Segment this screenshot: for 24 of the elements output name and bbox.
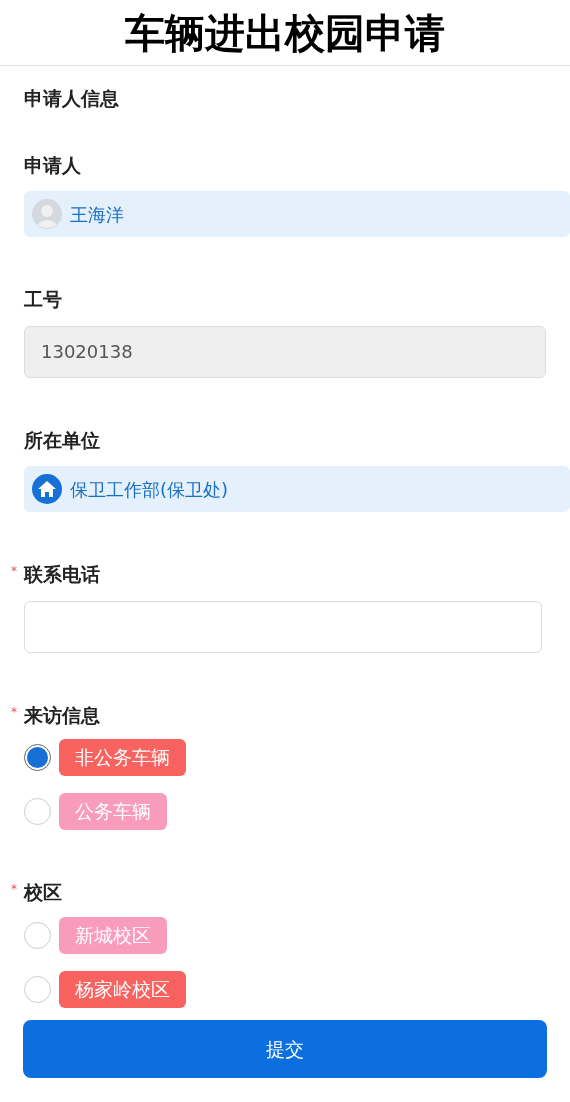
field-label: 校区 (24, 880, 62, 905)
section-heading: 申请人信息 (24, 87, 119, 109)
page-title: 车辆进出校园申请 (125, 8, 445, 58)
avatar-icon (32, 199, 62, 229)
unit-name: 保卫工作部(保卫处) (70, 477, 229, 502)
option-tag[interactable]: 公务车辆 (59, 793, 167, 830)
phone-input-field[interactable] (24, 600, 542, 653)
field-label: 所在单位 (24, 427, 100, 453)
unit-chip[interactable]: 保卫工作部(保卫处) (24, 466, 570, 512)
home-icon (32, 474, 62, 504)
option-tag[interactable]: 杨家岭校区 (59, 970, 186, 1008)
field-label: 申请人 (24, 152, 81, 178)
person-chip[interactable]: 王海洋 (24, 191, 570, 237)
option-tag[interactable]: 非公务车辆 (59, 739, 186, 776)
required-mark: * (11, 563, 17, 580)
field-value: 13020138 (41, 340, 133, 364)
field-label: 联系电话 (24, 562, 100, 587)
option-tag[interactable]: 新城校区 (59, 916, 167, 954)
required-mark: * (11, 703, 17, 721)
submit-button[interactable]: 提交 (23, 1020, 547, 1078)
field-label: 工号 (24, 287, 62, 312)
person-name: 王海洋 (70, 202, 124, 227)
required-mark: * (11, 881, 17, 898)
field-label: 来访信息 (24, 702, 100, 728)
